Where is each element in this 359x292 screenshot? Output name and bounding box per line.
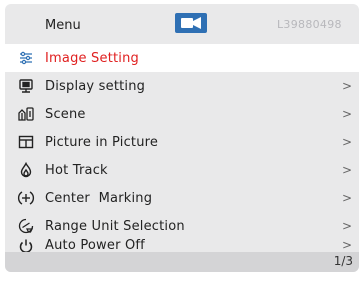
page-indicator: 1/3 bbox=[333, 254, 353, 268]
menu-item-scene[interactable]: Scene > bbox=[5, 100, 359, 128]
chevron-right-icon: > bbox=[341, 107, 352, 121]
menu-item-label: Display setting bbox=[45, 78, 146, 94]
menu-header: Menu L39880498 bbox=[5, 4, 359, 44]
video-camera-icon bbox=[175, 13, 207, 33]
menu-item-label: Auto Power Off bbox=[45, 238, 145, 253]
menu-item-center-marking[interactable]: Center Marking > bbox=[5, 184, 359, 212]
serial-number: L39880498 bbox=[277, 18, 342, 31]
chevron-right-icon: > bbox=[341, 238, 352, 252]
sliders-icon bbox=[17, 49, 35, 67]
menu-item-hot-track[interactable]: Hot Track > bbox=[5, 156, 359, 184]
flame-icon bbox=[17, 161, 35, 179]
chevron-right-icon: > bbox=[341, 191, 352, 205]
menu-item-range-unit-selection[interactable]: Range Unit Selection > bbox=[5, 212, 359, 240]
crosshair-icon bbox=[17, 189, 35, 207]
chevron-right-icon: > bbox=[341, 219, 352, 233]
chevron-right-icon: > bbox=[341, 163, 352, 177]
pagination-bar: 1/3 bbox=[5, 252, 359, 272]
pip-icon bbox=[17, 133, 35, 151]
menu-panel: Menu L39880498 Image Setting Display set… bbox=[5, 4, 359, 272]
chevron-right-icon: > bbox=[341, 79, 352, 93]
menu-item-picture-in-picture[interactable]: Picture in Picture > bbox=[5, 128, 359, 156]
menu-item-label: Range Unit Selection bbox=[45, 218, 185, 234]
menu-item-label: Picture in Picture bbox=[45, 134, 159, 150]
display-icon bbox=[17, 77, 35, 95]
range-unit-icon bbox=[17, 217, 35, 235]
menu-item-label: Image Setting bbox=[45, 50, 139, 66]
menu-item-display-setting[interactable]: Display setting > bbox=[5, 72, 359, 100]
menu-item-label: Hot Track bbox=[45, 162, 108, 178]
scene-icon bbox=[17, 105, 35, 123]
menu-title: Menu bbox=[45, 18, 81, 33]
menu-item-label: Center Marking bbox=[45, 190, 153, 206]
chevron-right-icon: > bbox=[341, 135, 352, 149]
menu-item-image-setting[interactable]: Image Setting bbox=[5, 44, 359, 72]
menu-item-auto-power-off[interactable]: Auto Power Off > bbox=[5, 238, 359, 253]
menu-item-label: Scene bbox=[45, 106, 86, 122]
